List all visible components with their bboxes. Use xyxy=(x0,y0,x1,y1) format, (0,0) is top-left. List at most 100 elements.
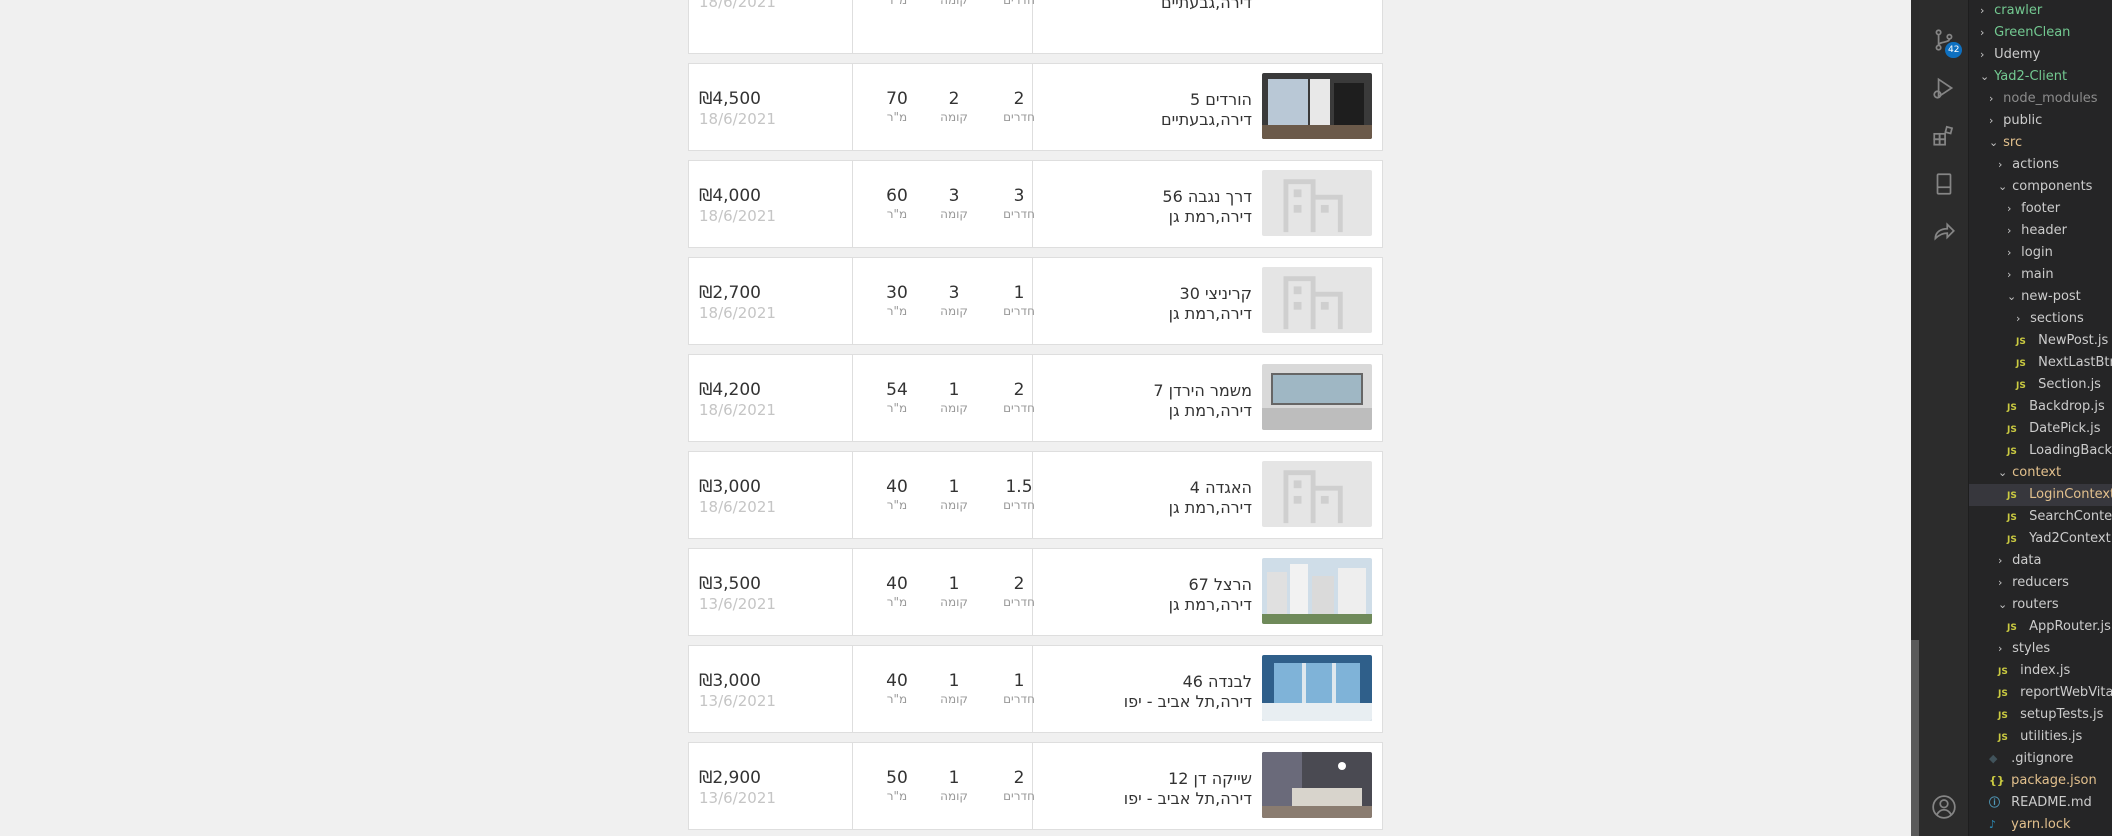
size-value: 40 xyxy=(886,574,908,594)
listing-rooms: 1.5 חדרים xyxy=(994,477,1044,513)
explorer-folder[interactable]: › public xyxy=(1969,110,2112,132)
explorer-file[interactable]: {} package.json xyxy=(1969,770,2112,792)
size-value: 40 xyxy=(886,671,908,691)
explorer-file[interactable]: JS index.js xyxy=(1969,660,2112,682)
size-label: מ"ר xyxy=(886,304,908,318)
explorer-folder[interactable]: › main xyxy=(1969,264,2112,286)
floor-value: 1 xyxy=(948,380,960,400)
explorer-folder[interactable]: › sections xyxy=(1969,308,2112,330)
explorer-folder[interactable]: › crawler xyxy=(1969,0,2112,22)
editor-scrollbar-thumb[interactable] xyxy=(1911,640,1919,836)
js-file-icon: JS xyxy=(2007,447,2017,457)
listing-date: 18/6/2021 xyxy=(699,110,776,128)
explorer-folder[interactable]: › reducers xyxy=(1969,572,2112,594)
rooms-value: 2 xyxy=(1013,768,1025,788)
explorer-folder[interactable]: ⌄ src xyxy=(1969,132,2112,154)
listing-floor: 1 קומה xyxy=(929,380,979,416)
listing-card-partial[interactable]: pic דירה,גבעתיים חדרים קומה מ"ר 18/6/202… xyxy=(688,0,1383,54)
listing-card[interactable]: הורדים 5 דירה,גבעתיים 2 חדרים 2 קומה 70 מ"ר ₪4,5… xyxy=(688,63,1383,151)
explorer-folder[interactable]: › footer xyxy=(1969,198,2112,220)
listing-street: קריניצי 30 xyxy=(1179,284,1252,303)
listing-rooms: 1 חדרים xyxy=(994,283,1044,319)
explorer-file[interactable]: JS SearchContext.js xyxy=(1969,506,2112,528)
listing-rooms: חדרים xyxy=(1003,0,1035,7)
explorer-file[interactable]: JS DatePick.js xyxy=(1969,418,2112,440)
listing-photo[interactable] xyxy=(1262,558,1372,624)
listing-photo[interactable] xyxy=(1262,364,1372,430)
rooms-label: חדרים xyxy=(1003,595,1035,609)
listing-floor: 3 קומה xyxy=(929,186,979,222)
run-debug-icon[interactable] xyxy=(1919,68,1968,108)
explorer-file[interactable]: JS setupTests.js xyxy=(1969,704,2112,726)
explorer-folder[interactable]: › styles xyxy=(1969,638,2112,660)
listing-size: מ"ר xyxy=(886,0,908,7)
placeholder-building-icon[interactable] xyxy=(1262,170,1372,236)
price-value: ₪2,700 xyxy=(699,283,761,303)
listing-card[interactable]: שייקה דן 12 דירה,תל אביב - יפו 2 חדרים 1 קומה… xyxy=(688,742,1383,830)
explorer-item-label: public xyxy=(2003,113,2043,128)
listing-card[interactable]: לבנדה 46 דירה,תל אביב - יפו 1 חדרים 1 קומה 40 מ… xyxy=(688,645,1383,733)
explorer-folder[interactable]: › data xyxy=(1969,550,2112,572)
explorer-folder[interactable]: › Udemy xyxy=(1969,44,2112,66)
explorer-file[interactable]: JS NextLastBtns.js xyxy=(1969,352,2112,374)
source-control-icon[interactable]: 42 xyxy=(1919,20,1968,60)
explorer-folder[interactable]: › login xyxy=(1969,242,2112,264)
explorer-item-label: Yad2-Client xyxy=(1994,69,2068,84)
floor-value: 1 xyxy=(948,768,960,788)
explorer-folder[interactable]: ⌄ routers xyxy=(1969,594,2112,616)
rooms-label: חדרים xyxy=(1003,692,1035,706)
explorer-folder[interactable]: › node_modules xyxy=(1969,88,2112,110)
listing-photo[interactable] xyxy=(1262,655,1372,721)
file-explorer: › crawler › GreenClean › Udemy ⌄ Yad2-Clien… xyxy=(1968,0,2112,836)
explorer-folder[interactable]: › GreenClean xyxy=(1969,22,2112,44)
extensions-icon[interactable] xyxy=(1919,116,1968,156)
explorer-item-label: footer xyxy=(2021,201,2061,216)
listing-photo[interactable] xyxy=(1262,73,1372,139)
explorer-folder[interactable]: ⌄ context xyxy=(1969,462,2112,484)
explorer-item-label: Section.js xyxy=(2038,377,2101,392)
listing-size: 54 מ"ר xyxy=(872,380,922,416)
explorer-file[interactable]: ⓘ README.md xyxy=(1969,792,2112,814)
explorer-file[interactable]: JS NewPost.js xyxy=(1969,330,2112,352)
listing-card[interactable]: הרצל 67 דירה,רמת גן 2 חדרים 1 קומה 40 מ"ר ₪3,500… xyxy=(688,548,1383,636)
chevron-right-icon: › xyxy=(1989,92,1994,105)
explorer-file[interactable]: JS utilities.js xyxy=(1969,726,2112,748)
listing-photo[interactable] xyxy=(1262,752,1372,818)
listing-city: דירה,גבעתיים xyxy=(1160,0,1252,12)
explorer-folder[interactable]: › header xyxy=(1969,220,2112,242)
live-share-icon[interactable] xyxy=(1919,212,1968,252)
explorer-file[interactable]: ◆ .gitignore xyxy=(1969,748,2112,770)
explorer-file[interactable]: JS AppRouter.js xyxy=(1969,616,2112,638)
listing-card[interactable]: האגדה 4 דירה,רמת גן 1.5 חדרים 1 קומה 40 מ"ר ₪3,0… xyxy=(688,451,1383,539)
js-file-icon: JS xyxy=(2016,381,2026,391)
listing-card[interactable]: דרך נגבה 56 דירה,רמת גן 3 חדרים 3 קומה 60 מ"ר ₪4… xyxy=(688,160,1383,248)
explorer-file[interactable]: ♪ yarn.lock xyxy=(1969,814,2112,836)
placeholder-building-icon[interactable] xyxy=(1262,267,1372,333)
divider xyxy=(852,64,853,150)
js-file-icon: JS xyxy=(2007,623,2017,633)
explorer-file[interactable]: JS Backdrop.js xyxy=(1969,396,2112,418)
js-file-icon: JS xyxy=(2007,491,2017,501)
listing-size: 40 מ"ר xyxy=(872,574,922,610)
listing-price: ₪4,000 18/6/2021 xyxy=(699,186,776,226)
listing-street: דרך נגבה 56 xyxy=(1162,187,1252,206)
explorer-file[interactable]: JS LoadingBackdrop.js xyxy=(1969,440,2112,462)
rooms-value: 1.5 xyxy=(1005,477,1033,497)
chevron-down-icon: ⌄ xyxy=(1989,136,1999,149)
explorer-folder[interactable]: ⌄ Yad2-Client xyxy=(1969,66,2112,88)
explorer-file[interactable]: JS Yad2Context.js xyxy=(1969,528,2112,550)
explorer-file[interactable]: JS Section.js xyxy=(1969,374,2112,396)
remote-explorer-icon[interactable] xyxy=(1919,164,1968,204)
account-icon[interactable] xyxy=(1919,787,1968,827)
placeholder-building-icon[interactable] xyxy=(1262,461,1372,527)
explorer-folder[interactable]: › actions xyxy=(1969,154,2112,176)
explorer-folder[interactable]: ⌄ components xyxy=(1969,176,2112,198)
listing-card[interactable]: קריניצי 30 דירה,רמת גן 1 חדרים 3 קומה 30 מ"ר ₪2,… xyxy=(688,257,1383,345)
listing-address: הרצל 67 דירה,רמת גן xyxy=(1169,575,1252,615)
explorer-folder[interactable]: ⌄ new-post xyxy=(1969,286,2112,308)
size-value: 70 xyxy=(886,89,908,109)
floor-value: 3 xyxy=(948,186,960,206)
listing-card[interactable]: משמר הירדן 7 דירה,רמת גן 2 חדרים 1 קומה 54 מ"ר ₪… xyxy=(688,354,1383,442)
explorer-file[interactable]: JS reportWebVitals.js xyxy=(1969,682,2112,704)
explorer-file[interactable]: JS LoginContext.js xyxy=(1969,484,2112,506)
